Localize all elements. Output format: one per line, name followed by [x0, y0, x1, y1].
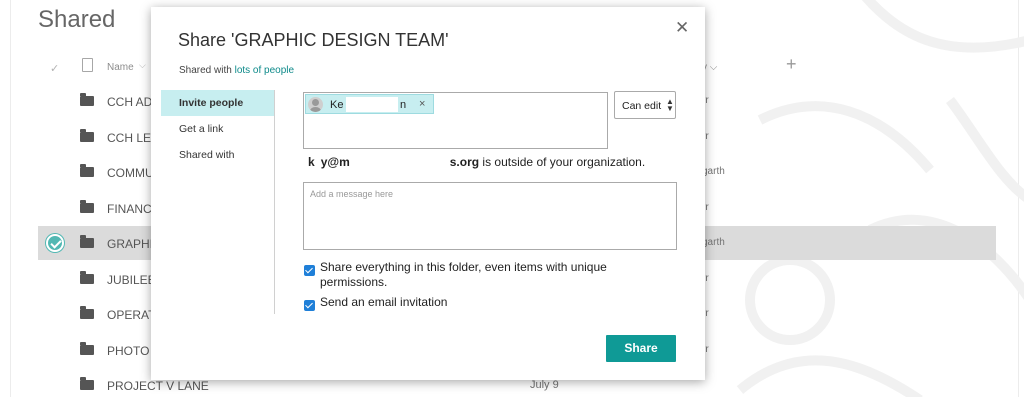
dialog-title: Share 'GRAPHIC DESIGN TEAM': [178, 30, 449, 50]
share-everything-checkbox[interactable]: [304, 265, 315, 276]
nav-invite-people[interactable]: Invite people: [161, 90, 274, 116]
nav-shared-with[interactable]: Shared with: [161, 142, 274, 168]
share-everything-label: Share everything in this folder, even it…: [320, 260, 607, 289]
share-button[interactable]: Share: [606, 335, 676, 362]
outside-organization-warning: k y@m s.org is outside of your organizatio…: [308, 155, 646, 169]
recipient-chip[interactable]: Ke n ×: [305, 94, 434, 114]
recipients-input[interactable]: Ke n ×: [303, 92, 608, 149]
share-dialog: Share 'GRAPHIC DESIGN TEAM' ✕ Shared wit…: [151, 7, 705, 380]
recipient-name-start: Ke: [330, 99, 344, 111]
nav-get-a-link[interactable]: Get a link: [161, 116, 274, 142]
close-icon[interactable]: ✕: [675, 18, 689, 38]
shared-with-link[interactable]: lots of people: [235, 65, 295, 76]
permission-value: Can edit: [622, 100, 662, 112]
avatar: [308, 97, 323, 112]
shared-with-text: Shared with lots of people: [179, 65, 295, 76]
message-textarea[interactable]: Add a message here: [303, 182, 677, 250]
recipient-name-end: n: [400, 99, 407, 111]
redaction-block: [346, 97, 398, 112]
updown-arrows-icon: ▲ ▼: [666, 97, 674, 113]
send-email-label: Send an email invitation: [320, 295, 448, 309]
share-nav: Invite people Get a link Shared with: [161, 90, 275, 314]
send-email-checkbox[interactable]: [304, 300, 315, 311]
permission-select[interactable]: Can edit ▲ ▼: [614, 91, 676, 119]
remove-recipient-icon[interactable]: ×: [419, 98, 425, 110]
